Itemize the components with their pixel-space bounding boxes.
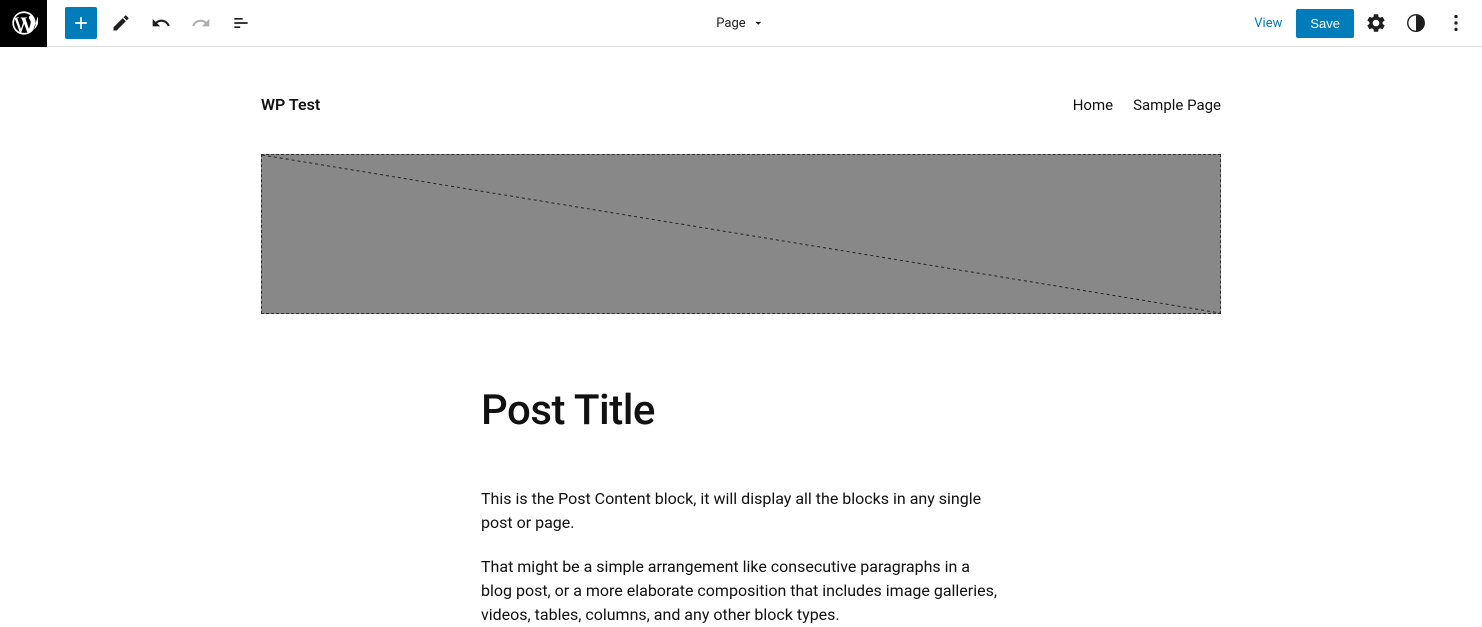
redo-icon — [191, 13, 211, 33]
wordpress-logo-button[interactable] — [0, 0, 47, 47]
editor-toolbar: Page View Save — [0, 0, 1482, 47]
undo-button[interactable] — [145, 7, 177, 39]
post-content: Post Title This is the Post Content bloc… — [481, 386, 1001, 627]
gear-icon — [1365, 12, 1387, 34]
template-label: Page — [716, 16, 745, 31]
editor-canvas[interactable]: WP Test Home Sample Page Post Title This… — [0, 47, 1482, 627]
save-button[interactable]: Save — [1296, 9, 1354, 38]
more-options-button[interactable] — [1438, 5, 1474, 41]
nav-item-home[interactable]: Home — [1073, 96, 1113, 114]
document-overview-button[interactable] — [225, 7, 257, 39]
plus-icon — [71, 13, 91, 33]
post-title[interactable]: Post Title — [481, 386, 1001, 435]
view-link[interactable]: View — [1244, 10, 1292, 37]
undo-icon — [151, 13, 171, 33]
featured-image-placeholder[interactable] — [261, 154, 1221, 314]
styles-icon — [1405, 12, 1427, 34]
add-block-button[interactable] — [65, 7, 97, 39]
toolbar-right: View Save — [1244, 5, 1474, 41]
post-paragraph[interactable]: This is the Post Content block, it will … — [481, 487, 1001, 535]
nav-item-sample[interactable]: Sample Page — [1133, 96, 1221, 114]
page-container: WP Test Home Sample Page Post Title This… — [261, 87, 1221, 627]
edit-icon — [111, 13, 131, 33]
toolbar-left — [0, 0, 257, 46]
settings-button[interactable] — [1358, 5, 1394, 41]
tools-button[interactable] — [105, 7, 137, 39]
post-body[interactable]: This is the Post Content block, it will … — [481, 487, 1001, 627]
list-view-icon — [231, 13, 251, 33]
template-selector[interactable]: Page — [716, 16, 765, 31]
chevron-down-icon — [752, 16, 766, 30]
site-navigation: Home Sample Page — [1073, 96, 1221, 114]
site-header: WP Test Home Sample Page — [261, 87, 1221, 154]
styles-button[interactable] — [1398, 5, 1434, 41]
wordpress-icon — [10, 9, 38, 37]
site-title[interactable]: WP Test — [261, 95, 320, 114]
placeholder-line-icon — [262, 155, 1220, 313]
post-paragraph[interactable]: That might be a simple arrangement like … — [481, 555, 1001, 627]
more-vertical-icon — [1445, 12, 1467, 34]
redo-button[interactable] — [185, 7, 217, 39]
